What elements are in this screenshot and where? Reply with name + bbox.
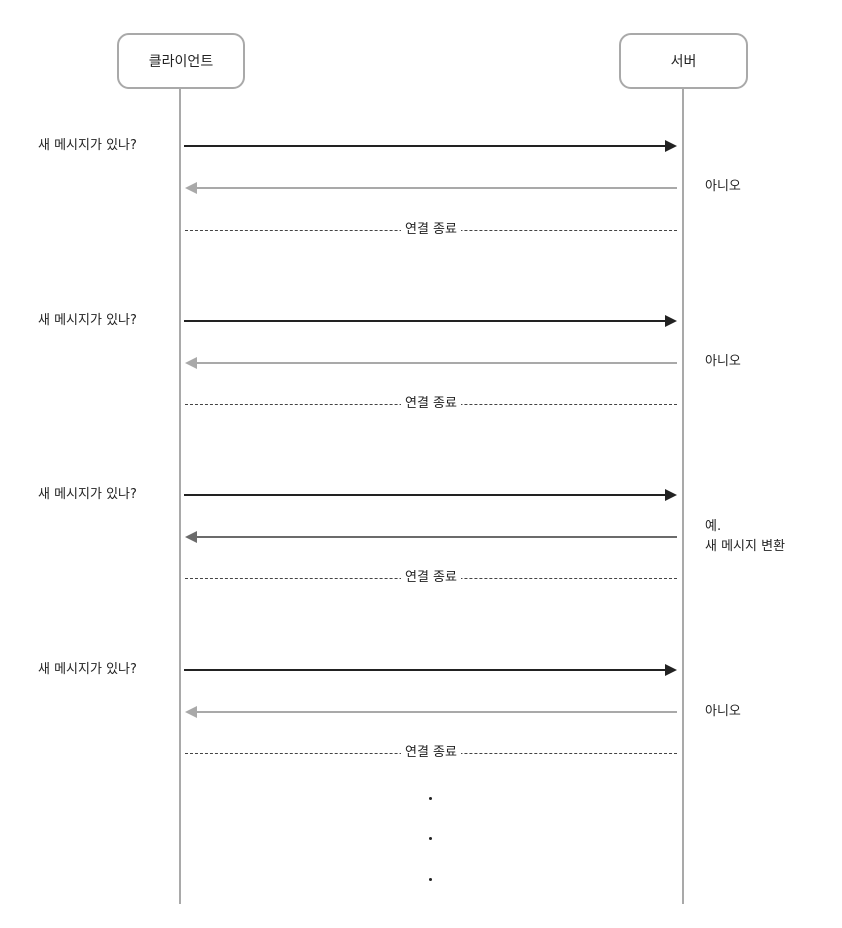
response-label: 아니오: [705, 704, 741, 719]
request-label: 새 메시지가 있나?: [38, 662, 137, 677]
response-arrow: [185, 357, 677, 369]
connection-close-label: 연결 종료: [401, 396, 461, 412]
response-arrow: [185, 182, 677, 194]
response-arrow: [185, 706, 677, 718]
request-arrow: [184, 140, 677, 152]
connection-close-label: 연결 종료: [401, 570, 461, 586]
request-label: 새 메시지가 있나?: [38, 487, 137, 502]
connection-close-line: 연결 종료: [185, 745, 677, 761]
connection-close-label: 연결 종료: [401, 745, 461, 761]
request-arrow: [184, 489, 677, 501]
request-label: 새 메시지가 있나?: [38, 313, 137, 328]
connection-close-line: 연결 종료: [185, 570, 677, 586]
response-label-line1: 예.: [705, 519, 722, 534]
response-label: 아니오: [705, 179, 741, 194]
connection-close-line: 연결 종료: [185, 222, 677, 238]
continuation-dot: [429, 878, 432, 881]
server-participant-box: 서버: [619, 33, 748, 89]
client-participant-label: 클라이언트: [148, 54, 214, 70]
continuation-dot: [429, 837, 432, 840]
request-label: 새 메시지가 있나?: [38, 138, 137, 153]
connection-close-label: 연결 종료: [401, 222, 461, 238]
client-lifeline: [179, 89, 181, 904]
server-lifeline: [682, 89, 684, 904]
request-arrow: [184, 664, 677, 676]
request-arrow: [184, 315, 677, 327]
response-label-line2: 새 메시지 변환: [705, 539, 786, 554]
response-label: 아니오: [705, 354, 741, 369]
server-participant-label: 서버: [670, 54, 697, 70]
message-response-arrow: [185, 531, 677, 543]
continuation-dot: [429, 797, 432, 800]
connection-close-line: 연결 종료: [185, 396, 677, 412]
client-participant-box: 클라이언트: [117, 33, 245, 89]
